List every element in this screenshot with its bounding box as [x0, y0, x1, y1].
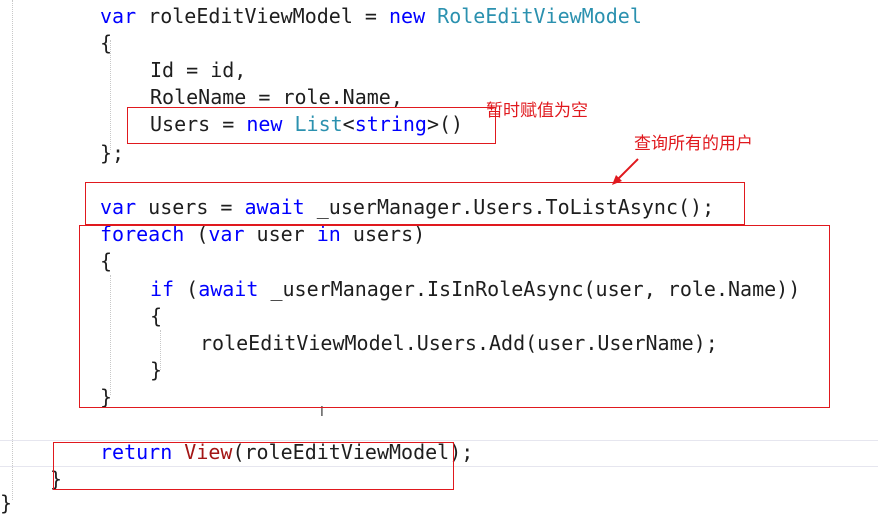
- annotation-note-2: 查询所有的用户: [634, 134, 753, 154]
- indent-guide: [12, 0, 13, 500]
- annotation-arrow-icon: [612, 158, 639, 185]
- highlight-box-users-init: [127, 107, 496, 144]
- text-cursor-icon: I: [320, 405, 324, 420]
- keyword: new: [389, 4, 426, 28]
- highlight-box-users-query: [85, 182, 745, 225]
- code-line-1[interactable]: var roleEditViewModel = new RoleEditView…: [100, 3, 642, 30]
- code-line-3[interactable]: Id = id,: [150, 57, 246, 84]
- type-name: RoleEditViewModel: [425, 4, 642, 28]
- code-editor[interactable]: var roleEditViewModel = new RoleEditView…: [0, 0, 878, 515]
- keyword: var: [100, 4, 137, 28]
- highlight-box-return: [53, 442, 454, 490]
- annotation-note-1: 暂时赋值为空: [486, 101, 588, 121]
- identifier: roleEditViewModel =: [136, 4, 389, 28]
- code-line-2[interactable]: {: [100, 30, 112, 57]
- highlight-box-foreach: [79, 225, 830, 408]
- code-line-6[interactable]: };: [100, 140, 124, 167]
